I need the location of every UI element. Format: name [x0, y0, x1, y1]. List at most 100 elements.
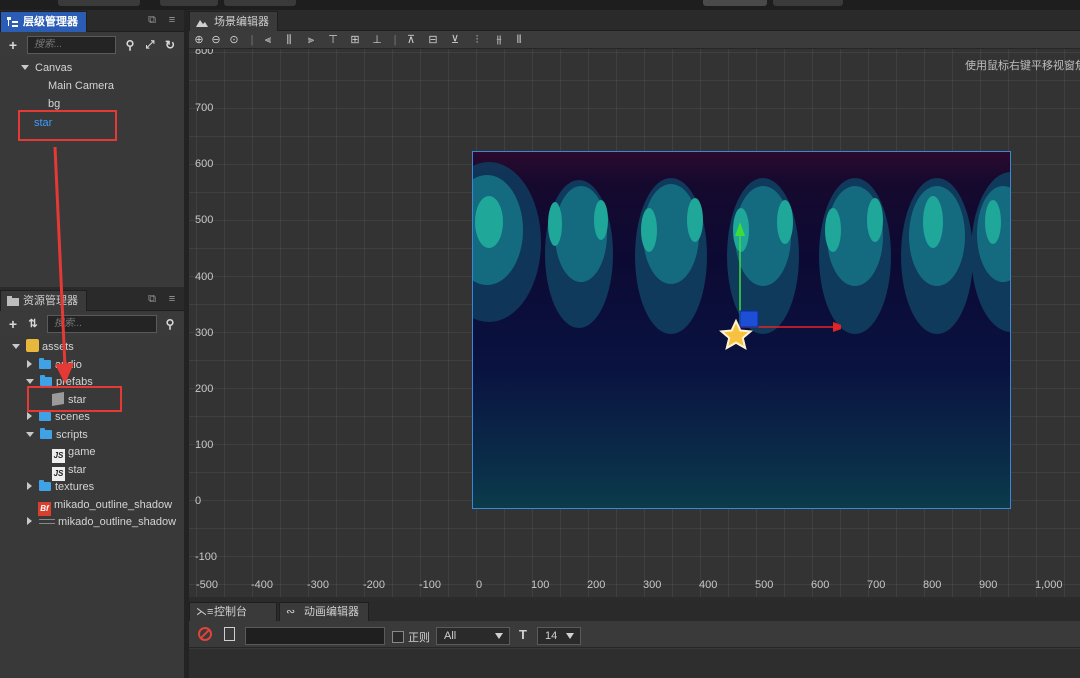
pan-hint-text: 使用鼠标右键平移视窗焦	[965, 60, 1080, 72]
move-gizmo[interactable]	[701, 214, 841, 354]
tree-node-canvas[interactable]: Canvas	[21, 60, 72, 77]
top-button-stub[interactable]	[773, 0, 843, 6]
x-axis-label: 600	[811, 579, 830, 591]
menu-icon[interactable]: ≡	[166, 14, 178, 26]
asset-script-star[interactable]: JS star	[52, 462, 86, 481]
expand-arrow-icon[interactable]	[26, 379, 34, 384]
asset-bitmap-font[interactable]: Bf mikado_outline_shadow	[38, 497, 172, 516]
align-vcenter-icon[interactable]: ⊞	[349, 34, 361, 46]
hierarchy-panel: 层级管理器 ⧉ ≡ + 搜索... ⚲ ⤢ ↻ Canvas Main Camer…	[0, 10, 184, 287]
log-file-icon[interactable]	[224, 627, 235, 641]
annotation-arrow-icon	[53, 146, 74, 384]
tab-scene-label: 场景编辑器	[214, 16, 269, 28]
menu-icon[interactable]: ≡	[166, 293, 178, 305]
font-size-value: 14	[545, 630, 558, 642]
zoom-out-icon[interactable]: ⊖	[210, 34, 222, 46]
folder-icon	[39, 410, 51, 421]
font-size-icon: T	[519, 627, 527, 642]
node-label: Main Camera	[48, 80, 115, 92]
console-filter-input[interactable]	[245, 627, 385, 645]
collapse-arrow-icon[interactable]	[27, 482, 32, 490]
expand-icon[interactable]: ⤢	[142, 37, 158, 53]
asset-label: scripts	[56, 429, 88, 441]
x-axis-label: 800	[923, 579, 942, 591]
hierarchy-tabbar: 层级管理器 ⧉ ≡	[0, 10, 184, 32]
refresh-icon[interactable]: ↻	[162, 37, 178, 53]
y-axis-label: -100	[195, 551, 218, 563]
hierarchy-search-input[interactable]: 搜索...	[27, 36, 116, 54]
assets-toolbar: + ⇅ 搜索... ⚲	[0, 312, 184, 336]
align-right-icon[interactable]: ⫸	[305, 34, 317, 46]
x-axis-label: -300	[307, 579, 330, 591]
search-icon[interactable]: ⚲	[122, 37, 138, 53]
tab-hierarchy[interactable]: 层级管理器	[0, 11, 87, 32]
top-button-stub[interactable]	[703, 0, 767, 6]
node-label: bg	[48, 98, 61, 110]
asset-folder-textures[interactable]: textures	[27, 479, 94, 496]
distribute-top-icon[interactable]: ⊼	[405, 34, 417, 46]
zoom-reset-icon[interactable]: ⊙	[228, 34, 240, 46]
align-left-icon[interactable]: ⫷	[262, 34, 274, 46]
x-axis-label: 100	[531, 579, 550, 591]
x-axis-label: 500	[755, 579, 774, 591]
x-axis-label: 700	[867, 579, 886, 591]
tab-animation-label: 动画编辑器	[304, 606, 359, 618]
tab-console[interactable]: ⋋≡ 控制台	[189, 602, 277, 621]
scene-viewport[interactable]: 使用鼠标右键平移视窗焦 800 700 600 500 400 300 200 …	[189, 49, 1080, 597]
hierarchy-icon	[7, 17, 18, 27]
tab-animation-editor[interactable]: ∾ 动画编辑器	[279, 602, 369, 621]
folder-icon	[39, 480, 51, 491]
separator-icon: |	[250, 34, 254, 46]
align-bottom-icon[interactable]: ⊥	[371, 34, 383, 46]
console-panel: ⋋≡ 控制台 ∾ 动画编辑器 正则 All T 14	[189, 601, 1080, 678]
collapse-arrow-icon[interactable]	[27, 517, 32, 525]
tab-scene-editor[interactable]: 场景编辑器	[189, 11, 278, 31]
chevron-down-icon	[566, 633, 574, 639]
zoom-in-icon[interactable]: ⊕	[193, 34, 205, 46]
x-axis-label: -400	[251, 579, 274, 591]
mountain-icon	[196, 20, 208, 27]
align-hcenter-icon[interactable]: ⫼	[283, 34, 295, 46]
y-axis-label: 200	[195, 383, 214, 395]
log-level-value: All	[444, 630, 457, 642]
maximize-icon[interactable]: ⧉	[146, 293, 158, 305]
distribute-bottom-icon[interactable]: ⊻	[449, 34, 461, 46]
top-tab-stub	[224, 0, 296, 6]
js-file-icon: JS	[52, 449, 65, 463]
y-axis-arrow-icon	[735, 222, 745, 236]
y-axis-label: 100	[195, 439, 214, 451]
regex-checkbox[interactable]	[392, 631, 404, 643]
distribute-left-icon[interactable]: ⫶	[471, 34, 483, 46]
tree-node-main-camera[interactable]: Main Camera	[48, 78, 114, 95]
maximize-icon[interactable]: ⧉	[146, 14, 158, 26]
x-axis-label: 900	[979, 579, 998, 591]
database-icon	[26, 339, 39, 352]
search-icon[interactable]: ⚲	[162, 316, 178, 332]
distribute-right-icon[interactable]: ⫴	[513, 34, 525, 46]
log-level-select[interactable]: All	[436, 627, 510, 645]
collapse-arrow-icon[interactable]	[27, 360, 32, 368]
asset-folder-scripts[interactable]: scripts	[26, 427, 88, 444]
distribute-hcenter-icon[interactable]: ⫵	[493, 34, 505, 46]
search-placeholder: 搜索...	[34, 39, 63, 50]
expand-arrow-icon[interactable]	[26, 432, 34, 437]
distribute-vcenter-icon[interactable]: ⊟	[427, 34, 439, 46]
add-asset-button[interactable]: +	[5, 316, 21, 332]
texture-icon	[39, 519, 55, 524]
asset-font-texture[interactable]: mikado_outline_shadow	[27, 514, 176, 531]
add-node-button[interactable]: +	[5, 37, 21, 53]
console-tabbar: ⋋≡ 控制台 ∾ 动画编辑器	[189, 601, 1080, 621]
scene-tabbar: 场景编辑器	[189, 10, 1080, 31]
y-axis-label: 600	[195, 158, 214, 170]
expand-arrow-icon[interactable]	[21, 65, 29, 70]
asset-script-game[interactable]: JS game	[52, 444, 96, 463]
sort-icon[interactable]: ⇅	[25, 316, 41, 332]
font-size-select[interactable]: 14	[537, 627, 581, 645]
align-top-icon[interactable]: ⊤	[327, 34, 339, 46]
x-axis-label: 200	[587, 579, 606, 591]
collapse-arrow-icon[interactable]	[27, 412, 32, 420]
expand-arrow-icon[interactable]	[12, 344, 20, 349]
assets-panel: 资源管理器 ⧉≡ + ⇅ 搜索... ⚲ assets audio prefab…	[0, 289, 184, 678]
y-axis-label: 300	[195, 327, 214, 339]
tab-console-label: 控制台	[214, 606, 247, 618]
